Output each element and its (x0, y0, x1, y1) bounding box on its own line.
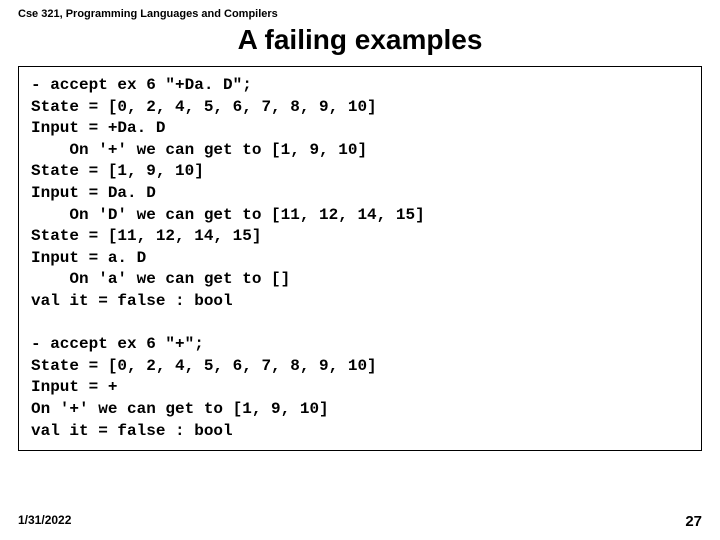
footer-date: 1/31/2022 (18, 513, 71, 530)
code-line: On '+' we can get to [1, 9, 10] (31, 141, 367, 159)
code-line: State = [0, 2, 4, 5, 6, 7, 8, 9, 10] (31, 357, 377, 375)
code-line: Input = + (31, 378, 117, 396)
code-line: State = [1, 9, 10] (31, 162, 204, 180)
code-line: Input = +Da. D (31, 119, 165, 137)
code-line: Input = Da. D (31, 184, 156, 202)
code-line: State = [11, 12, 14, 15] (31, 227, 261, 245)
course-header: Cse 321, Programming Languages and Compi… (18, 8, 702, 20)
slide-title: A failing examples (18, 24, 702, 56)
code-line: State = [0, 2, 4, 5, 6, 7, 8, 9, 10] (31, 98, 377, 116)
code-line: Input = a. D (31, 249, 146, 267)
code-line: - accept ex 6 "+"; (31, 335, 204, 353)
code-line: On 'a' we can get to [] (31, 270, 290, 288)
code-line: val it = false : bool (31, 292, 233, 310)
code-line: On '+' we can get to [1, 9, 10] (31, 400, 329, 418)
code-block: - accept ex 6 "+Da. D"; State = [0, 2, 4… (18, 66, 702, 451)
page-number: 27 (685, 513, 702, 530)
code-line: On 'D' we can get to [11, 12, 14, 15] (31, 206, 425, 224)
code-line: - accept ex 6 "+Da. D"; (31, 76, 252, 94)
code-line: val it = false : bool (31, 422, 233, 440)
footer: 1/31/2022 27 (18, 513, 702, 530)
